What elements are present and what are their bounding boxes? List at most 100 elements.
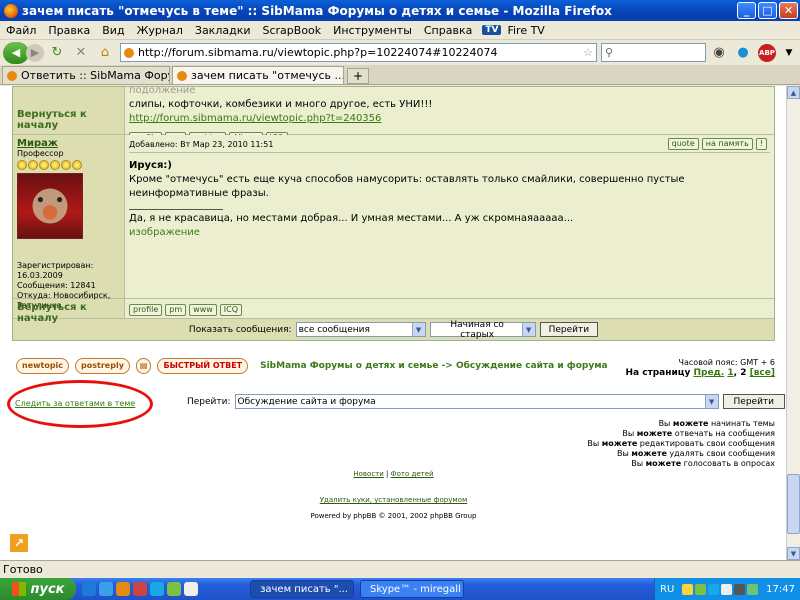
new-topic-button[interactable]: newtopic [16,358,70,374]
search-icon: ⚲ [605,46,614,59]
breadcrumb[interactable]: SibMama Форумы о детях и семье -> Обсужд… [260,361,608,371]
jump-button[interactable]: Перейти [722,394,786,409]
bookmark-star-icon[interactable]: ☆ [583,46,593,59]
skype-addon-icon[interactable]: ● [732,42,754,64]
post-row: Мираж Профессор Зарегистрирован: 16.03.2… [13,135,774,310]
minimize-button[interactable]: _ [737,2,756,19]
tray-icon[interactable] [734,583,746,595]
tray-icon[interactable] [747,583,759,595]
registered-label: Зарегистрирован: [17,261,94,270]
scroll-down-icon[interactable]: ▼ [787,547,800,560]
post-link[interactable]: http://forum.sibmama.ru/viewtopic.php?t=… [129,113,381,124]
pm-button[interactable]: pm [165,304,187,316]
url-bar[interactable]: ☆ [120,43,597,62]
news-link[interactable]: Новости [353,470,383,478]
tab-label: зачем писать "отмечусь ... [191,69,344,82]
taskbar-item-firefox[interactable]: зачем писать "... [250,580,354,598]
menu-dropdown-icon[interactable]: ▼ [778,42,800,64]
chevron-down-icon: ▼ [521,323,535,336]
explorer-icon[interactable] [82,582,96,596]
menu-help[interactable]: Справка [418,24,478,37]
page-scrollbar[interactable]: ▲ ▼ [786,86,800,560]
tab-favicon [7,70,17,81]
post-count: Сообщения: 12841 [17,281,96,290]
app-icon[interactable] [184,582,198,596]
skype-icon[interactable] [150,582,164,596]
status-bar: Готово [0,560,800,578]
home-button[interactable]: ⌂ [94,42,116,64]
post-text-line: слипы, кофточки, комбезики и много друго… [129,99,433,110]
taskbar-item-skype[interactable]: Skype™ - miregall [360,580,464,598]
icq-button[interactable]: ICQ [219,304,243,316]
post-reply-button[interactable]: postreply [75,358,130,374]
show-messages-select[interactable]: все сообщения ▼ [295,322,426,337]
close-button[interactable]: ✕ [779,2,798,19]
display-options-bar: Показать сообщения: все сообщения ▼ Начин… [13,319,774,340]
tray-icon[interactable] [708,583,720,595]
chevron-down-icon: ▼ [704,395,718,408]
url-input[interactable] [138,46,584,59]
www-button[interactable]: www [189,304,217,316]
post-body: Кроме "отмечусь" есть еще куча способов … [129,174,685,199]
tab-reply[interactable]: Ответить :: SibMama Форум... [2,66,170,84]
page-link-1[interactable]: 1 [727,368,733,378]
scroll-up-icon[interactable]: ▲ [787,86,800,99]
fire-tv-icon: TV [482,25,502,35]
post-author[interactable]: Мираж [17,138,120,149]
tray-icon[interactable] [695,583,707,595]
maximize-button[interactable]: □ [758,2,777,19]
topic-actions: newtopic postreply ▤ БЫСТРЫЙ ОТВЕТ SibMa… [12,358,775,388]
author-rank: Профессор [17,149,64,158]
report-icon[interactable]: ! [755,138,767,150]
stop-button[interactable]: ✕ [70,42,92,64]
registered-date: 16.03.2009 [17,271,63,280]
prev-page-link[interactable]: Пред. [693,368,724,378]
quick-reply-button[interactable]: БЫСТРЫЙ ОТВЕТ [157,358,249,374]
apply-filter-button[interactable]: Перейти [539,322,599,337]
menu-file[interactable]: Файл [0,24,42,37]
media-icon[interactable] [167,582,181,596]
quote-button[interactable]: quote [667,138,699,150]
print-icon[interactable]: ▤ [135,358,152,374]
firefox-icon[interactable] [116,582,130,596]
back-to-top-link[interactable]: Вернуться к началу [17,109,120,131]
delete-cookies-link[interactable]: Удалить куки, установленные форумом [320,496,467,504]
tray-icon[interactable] [682,583,694,595]
page-footer: Новости | Фото детей Удалить куки, устан… [12,470,775,520]
new-tab-button[interactable]: + [347,68,369,84]
menu-scrapbook[interactable]: ScrapBook [257,24,328,37]
menu-tools[interactable]: Инструменты [327,24,418,37]
page-current: 2 [740,368,747,378]
sort-order-select[interactable]: Начиная со старых ▼ [429,320,536,340]
adblock-plus-icon[interactable]: ABP [758,43,776,62]
app-icon[interactable] [133,582,147,596]
reload-button[interactable]: ↻ [46,42,68,64]
search-box[interactable]: ⚲ [601,43,706,62]
image-link[interactable]: изображение [129,226,770,240]
menu-fire-tv[interactable]: Fire TV [501,24,550,37]
photos-link[interactable]: Фото детей [391,470,434,478]
jump-label: Перейти: [187,396,231,407]
permission-line: Вы можете начинать темы [658,419,775,428]
addon-icon[interactable]: ◉ [708,42,730,64]
menu-history[interactable]: Журнал [131,24,189,37]
menu-bookmarks[interactable]: Закладки [189,24,257,37]
tray-icon[interactable] [721,583,733,595]
ie-icon[interactable] [99,582,113,596]
start-button[interactable]: пуск [0,578,76,600]
all-pages-link[interactable]: [все] [750,368,775,378]
scroll-to-top-icon[interactable]: ↗ [10,534,28,552]
profile-button[interactable]: profile [129,304,163,316]
menu-view[interactable]: Вид [96,24,130,37]
menu-edit[interactable]: Правка [42,24,96,37]
bookmark-post-button[interactable]: на память [701,138,753,150]
post-table: Вернуться к началу подолжение слипы, коф… [12,86,775,341]
show-messages-label: Показать сообщения: [188,324,292,335]
tab-current[interactable]: зачем писать "отмечусь ... ✕ [172,66,344,84]
scroll-thumb[interactable] [787,474,800,534]
jump-forum-select[interactable]: Обсуждение сайта и форума ▼ [234,394,719,409]
permission-line: Вы можете редактировать свои сообщения [587,439,775,448]
permission-line: Вы можете отвечать на сообщения [622,429,775,438]
language-indicator[interactable]: RU [660,584,674,595]
forward-button[interactable]: ▶ [26,43,44,62]
